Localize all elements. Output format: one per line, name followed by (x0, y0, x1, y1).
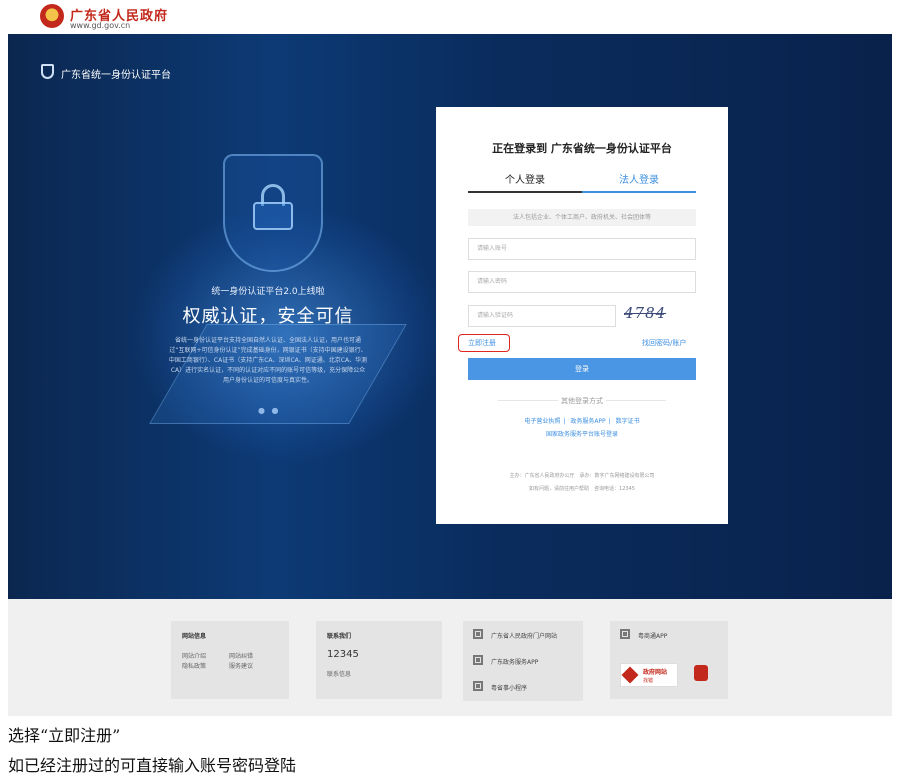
captcha-image[interactable]: 4784 (624, 304, 696, 328)
legal-tip: 法人包括企业、个体工商户、政府机关、社会团体等 (468, 209, 696, 226)
top-header: 广东省人民政府 www.gd.gov.cn (0, 0, 908, 34)
account-input[interactable]: 请输入账号 (468, 238, 696, 260)
register-link[interactable]: 立即注册 (458, 334, 510, 352)
national-platform-login-link[interactable]: 国家政务服务平台账号登录 (436, 429, 728, 438)
captcha-input[interactable]: 请输入验证码 (468, 305, 616, 327)
gov-url: www.gd.gov.cn (70, 21, 131, 30)
national-emblem-icon (40, 4, 64, 28)
lock-icon (253, 184, 293, 230)
qr-code-icon (620, 629, 630, 639)
site-info-box: 网站信息 网站介绍 网站纠错 隐私政策 服务建议 (171, 621, 289, 699)
hero-description: 省统一身份认证平台支持全国自然人认证、全国法人认证，用户也可通过“互联网+可信身… (168, 337, 368, 384)
page-footer: 网站信息 网站介绍 网站纠错 隐私政策 服务建议 联系我们 12345 联系信息… (8, 599, 892, 716)
instruction-step-1: 选择“立即注册” (8, 726, 121, 745)
qr-code-icon (473, 655, 483, 665)
contact-phone: 12345 (327, 649, 359, 660)
qr-code-icon (473, 629, 483, 639)
qr-code-icon (473, 681, 483, 691)
qr-links-box: 广东省人民政府门户网站 广东政务服务APP 粤省事小程序 (463, 621, 583, 701)
mini-program-link[interactable]: 粤省事小程序 (491, 683, 527, 692)
gov-badge-sub: 找错 (643, 678, 654, 684)
tab-personal-login[interactable]: 个人登录 (468, 169, 582, 193)
yuetong-app-link[interactable]: 粤商通APP (638, 631, 667, 640)
contact-title: 联系我们 (327, 633, 352, 640)
suggestion-link[interactable]: 服务建议 (229, 661, 253, 670)
password-input[interactable]: 请输入密码 (468, 271, 696, 293)
other-methods-label: 其他登录方式 (561, 397, 603, 405)
privacy-link[interactable]: 隐私政策 (182, 661, 206, 670)
login-button[interactable]: 登录 (468, 358, 696, 380)
tab-legal-login[interactable]: 法人登录 (582, 169, 696, 193)
gov-badge-title: 政府网站 (643, 669, 668, 676)
other-login-links: 电子营业执照 | 政务服务APP | 数字证书 (524, 418, 640, 425)
magnifier-icon (621, 666, 639, 684)
business-license-login-link[interactable]: 电子营业执照 (524, 418, 560, 425)
forgot-password-link[interactable]: 找回密码/账户 (642, 338, 686, 348)
gov-app-link[interactable]: 广东政务服务APP (491, 657, 538, 666)
carousel-dots[interactable]: ● ● (258, 406, 281, 415)
app-box: 粤商通APP 政府网站 找错 (610, 621, 728, 699)
card-footer-help: 如有问题，请前往用户帮助 咨询电话：12345 (529, 486, 635, 492)
shield-check-icon (41, 64, 54, 79)
digital-cert-login-link[interactable]: 数字证书 (616, 418, 640, 425)
site-intro-link[interactable]: 网站介绍 (182, 651, 206, 660)
login-card: 正在登录到 广东省统一身份认证平台 个人登录 法人登录 法人包括企业、个体工商户… (436, 107, 728, 524)
platform-brand: 广东省统一身份认证平台 (61, 70, 171, 81)
gov-app-login-link[interactable]: 政务服务APP (570, 418, 605, 425)
card-footer-host: 主办：广东省人民政府办公厅 承办：数字广东网络建设有限公司 (509, 473, 655, 479)
contact-box: 联系我们 12345 联系信息 (316, 621, 442, 699)
gov-website-badge[interactable]: 政府网站 找错 (620, 663, 678, 687)
divider (606, 400, 666, 401)
site-info-title: 网站信息 (182, 633, 207, 640)
gov-portal-link[interactable]: 广东省人民政府门户网站 (491, 631, 557, 640)
site-correction-link[interactable]: 网站纠错 (229, 651, 253, 660)
emblem-badge-icon[interactable] (694, 665, 708, 681)
contact-info-link[interactable]: 联系信息 (327, 669, 351, 678)
instruction-step-2: 如已经注册过的可直接输入账号密码登陆 (8, 756, 297, 775)
login-title: 正在登录到 广东省统一身份认证平台 (492, 142, 672, 155)
